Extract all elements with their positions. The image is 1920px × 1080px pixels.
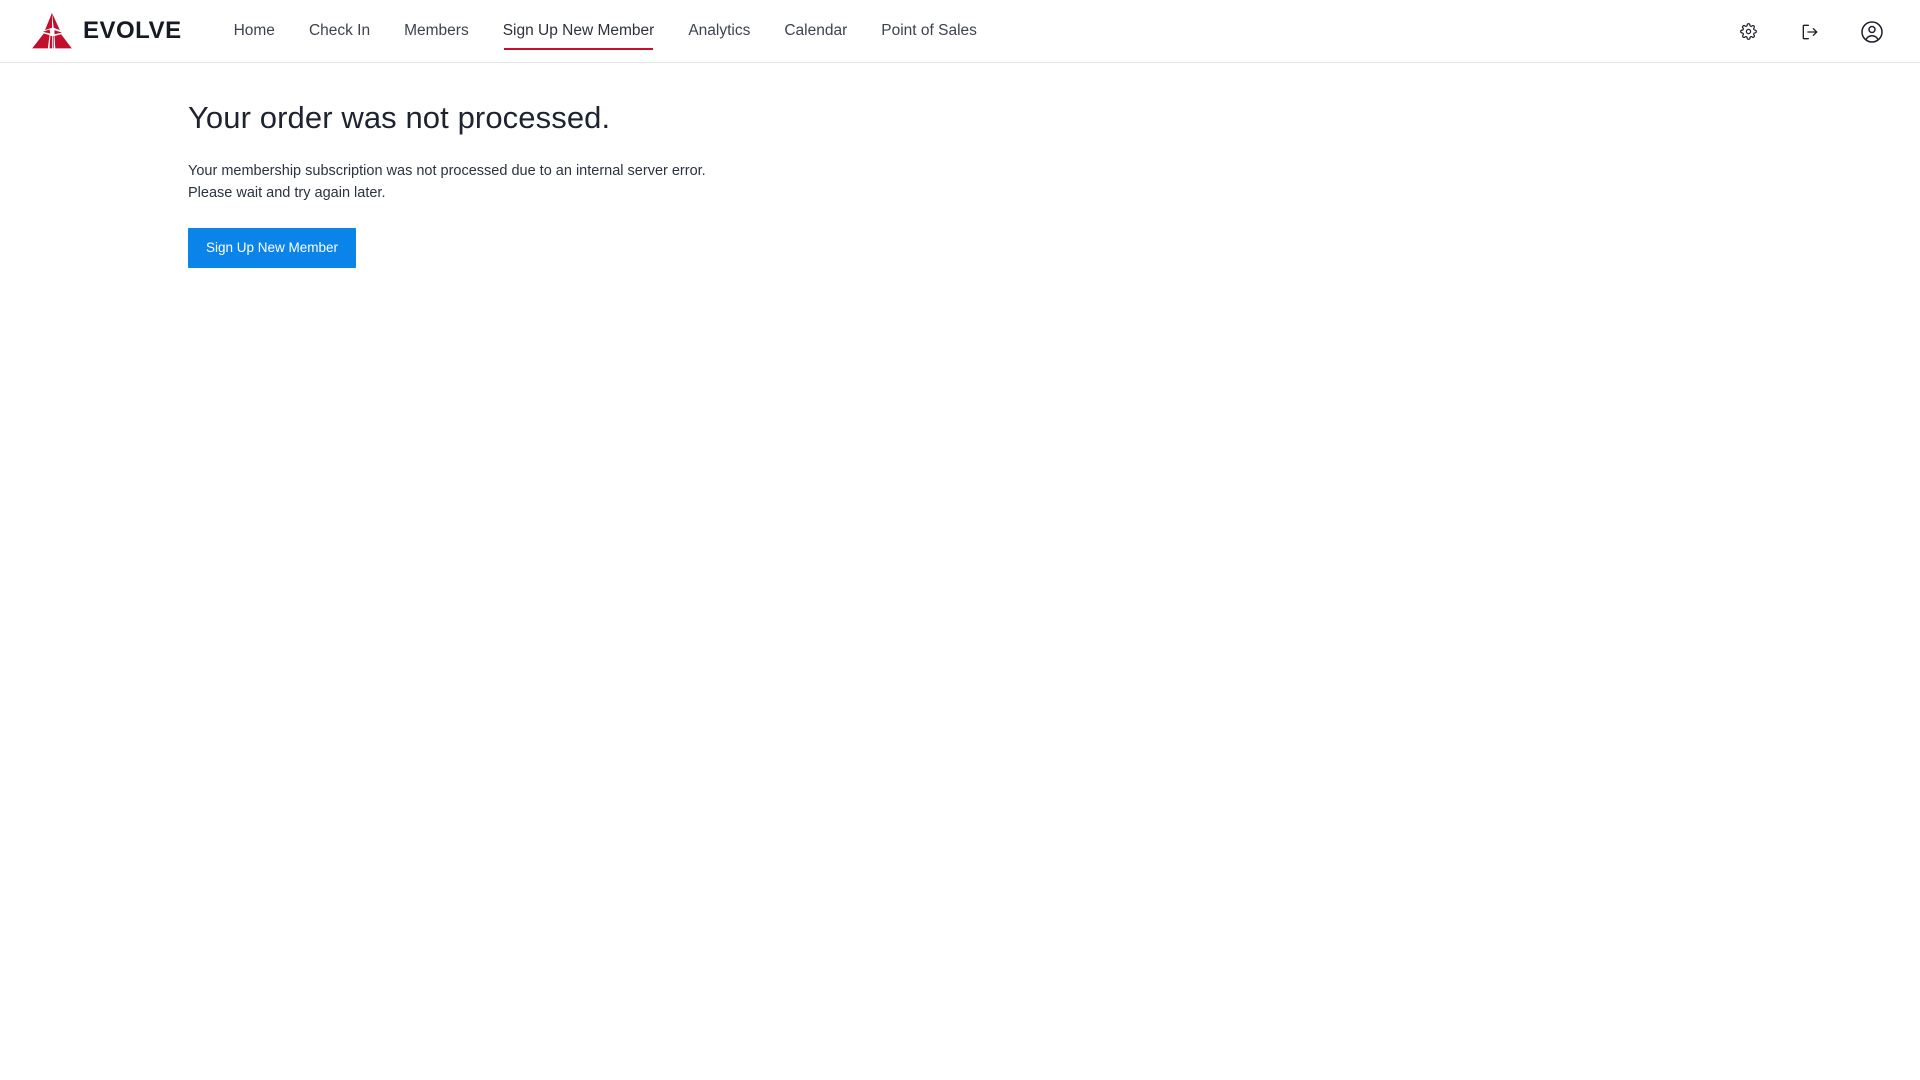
nav-item-sign-up-new-member[interactable]: Sign Up New Member [503, 0, 654, 63]
brand-logo[interactable]: EVOLVE [31, 12, 182, 50]
gear-icon [1739, 23, 1757, 40]
logout-button[interactable] [1796, 18, 1824, 46]
sign-up-new-member-button[interactable]: Sign Up New Member [188, 228, 357, 269]
nav-item-members[interactable]: Members [404, 0, 469, 63]
main-nav: Home Check In Members Sign Up New Member… [234, 0, 1011, 63]
nav-item-point-of-sales[interactable]: Point of Sales [881, 0, 977, 63]
error-message-line-1: Your membership subscription was not pro… [188, 162, 706, 179]
nav-item-check-in[interactable]: Check In [309, 0, 370, 63]
evolve-triangle-logo-icon [31, 12, 73, 50]
logout-icon [1800, 22, 1820, 42]
page-title: Your order was not processed. [188, 100, 611, 135]
header-actions [1734, 0, 1886, 63]
nav-item-home[interactable]: Home [234, 0, 275, 63]
brand-name: EVOLVE [83, 17, 182, 44]
main-content: Your order was not processed. Your membe… [0, 63, 1920, 269]
error-message-line-2: Please wait and try again later. [188, 184, 386, 201]
error-panel: Your order was not processed. Your membe… [188, 63, 1920, 269]
account-button[interactable] [1858, 18, 1886, 46]
nav-item-calendar[interactable]: Calendar [784, 0, 847, 63]
settings-button[interactable] [1734, 18, 1762, 46]
nav-item-analytics[interactable]: Analytics [688, 0, 750, 63]
app-header: EVOLVE Home Check In Members Sign Up New… [0, 0, 1920, 63]
error-message: Your membership subscription was not pro… [188, 161, 1920, 205]
user-circle-icon [1860, 20, 1884, 44]
